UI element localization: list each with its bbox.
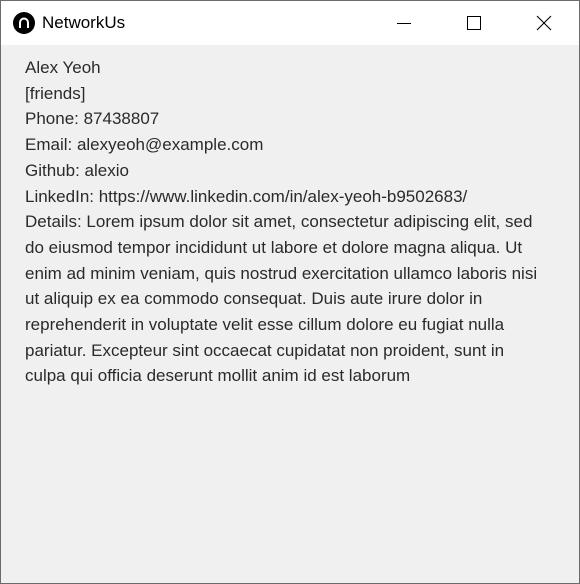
maximize-icon	[467, 16, 481, 30]
contact-details-panel: Alex Yeoh [friends] Phone: 87438807 Emai…	[25, 55, 565, 389]
minimize-icon	[397, 23, 411, 24]
details-line: enim ad minim veniam, quis nostrud exerc…	[25, 263, 538, 283]
close-button[interactable]	[521, 1, 567, 45]
window-title: NetworkUs	[42, 13, 126, 32]
details-line: culpa qui officia deserunt mollit anim i…	[25, 366, 411, 386]
contact-tags: [friends]	[25, 83, 86, 103]
details-line: do eiusmod tempor incididunt ut labore e…	[25, 237, 523, 257]
contact-email: Email: alexyeoh@example.com	[25, 135, 264, 155]
contact-linkedin: LinkedIn: https://www.linkedin.com/in/al…	[25, 186, 468, 206]
details-line: pariatur. Excepteur sint occaecat cupida…	[25, 340, 505, 360]
close-icon	[536, 15, 552, 31]
contact-name: Alex Yeoh	[25, 58, 101, 77]
details-line: ut aliquip ex ea commodo consequat. Duis…	[25, 289, 483, 309]
contact-github: Github: alexio	[25, 160, 129, 180]
contact-phone: Phone: 87438807	[25, 109, 160, 129]
details-line: reprehenderit in voluptate velit esse ci…	[25, 315, 505, 335]
app-window: NetworkUs Alex Yeoh [friends] Phone: 874…	[0, 0, 580, 584]
app-logo-icon	[13, 12, 35, 34]
contact-details: Details: Lorem ipsum dolor sit amet, con…	[25, 209, 565, 389]
maximize-button[interactable]	[451, 1, 497, 45]
details-line: Details: Lorem ipsum dolor sit amet, con…	[25, 212, 533, 232]
title-bar[interactable]: NetworkUs	[1, 1, 579, 45]
minimize-button[interactable]	[381, 1, 427, 45]
